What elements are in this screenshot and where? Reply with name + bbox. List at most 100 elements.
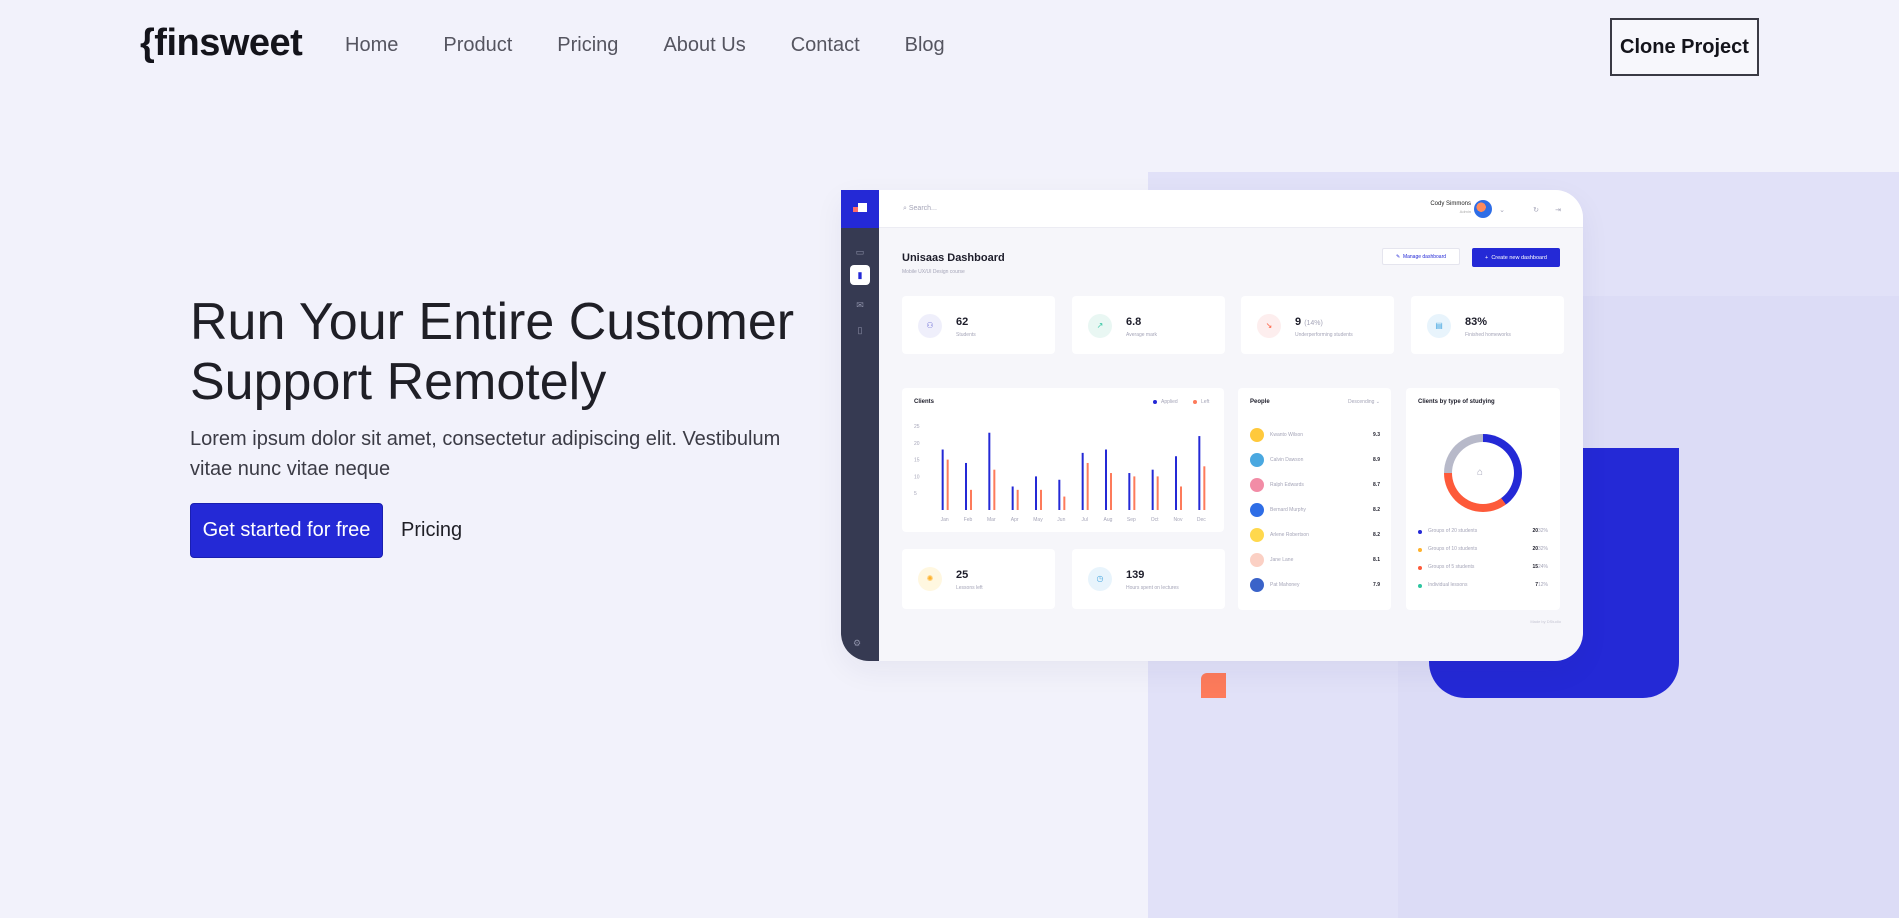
document-icon: ▯ xyxy=(857,325,863,335)
list-item: Calvin Dawson 8.9 xyxy=(1250,453,1380,469)
list-item: Pat Mahoney 7.9 xyxy=(1250,578,1380,594)
list-item: Jane Lane 8.1 xyxy=(1250,553,1380,569)
x-tick-label: Jun xyxy=(1057,517,1065,523)
x-tick-label: Jan xyxy=(941,517,949,523)
clients-chart-card: Clients Applied Left 25 20 15 10 5 Jan Feb Mar A… xyxy=(902,388,1224,532)
x-tick-label: Oct xyxy=(1151,517,1159,523)
dashboard-search: ⌕ Search... xyxy=(903,205,937,212)
type-of-studying-card: Clients by type of studying ⌂ Groups of … xyxy=(1406,388,1560,610)
bar-applied-oct xyxy=(1151,469,1154,510)
logo[interactable]: {finsweet xyxy=(140,22,303,65)
nav-pricing[interactable]: Pricing xyxy=(557,34,618,57)
chart-icon: ▮ xyxy=(850,265,870,285)
dashboard-preview: ▭ ▮ ✉ ▯ ⚙ ⌕ Search... Cody Simmons Admin … xyxy=(841,190,1583,661)
x-tick-label: Nov xyxy=(1174,517,1183,523)
people-filter: Descending ⌄ xyxy=(1348,399,1380,405)
hero-title: Run Your Entire Customer Support Remotel… xyxy=(190,293,795,411)
bar-left-jul xyxy=(1086,462,1089,510)
gear-icon: ⚙ xyxy=(853,638,862,648)
list-item: Groups of 20 students 20 32% xyxy=(1418,528,1548,538)
stat-card: ✺ 25 Lessons left xyxy=(902,549,1055,609)
graduation-cap-icon: ⌂ xyxy=(1477,467,1484,478)
bar-applied-sep xyxy=(1128,473,1131,510)
y-tick-label: 20 xyxy=(914,441,920,447)
dashboard-subtitle: Mobile UX/UI Design course xyxy=(902,269,965,275)
x-tick-label: Mar xyxy=(987,517,996,523)
bar-applied-apr xyxy=(1011,486,1014,510)
credit-text: Made by DStudio xyxy=(1530,619,1561,624)
chevron-down-icon: ⌄ xyxy=(1499,207,1505,214)
bar-applied-dec xyxy=(1198,436,1201,510)
x-tick-label: Aug xyxy=(1104,517,1113,523)
y-tick-label: 15 xyxy=(914,458,920,464)
y-tick-label: 5 xyxy=(914,491,917,497)
bar-left-mar xyxy=(993,469,996,510)
x-tick-label: Dec xyxy=(1197,517,1206,523)
stat-card: ↘ 9 (14%) Underperforming students xyxy=(1241,296,1394,354)
bar-left-oct xyxy=(1156,476,1159,510)
list-item: Arlene Robertson 8.2 xyxy=(1250,528,1380,544)
avatar xyxy=(1474,200,1492,218)
bar-applied-jan xyxy=(941,449,944,510)
trend-down-icon: ↘ xyxy=(1257,314,1281,338)
dashboard-user: Cody Simmons Admin xyxy=(1430,201,1471,214)
people-card: People Descending ⌄ Kwanto Wilson 9.3 Cal… xyxy=(1238,388,1391,610)
bar-applied-feb xyxy=(965,462,967,510)
mail-icon: ✉ xyxy=(856,300,864,310)
list-item: Kwanto Wilson 9.3 xyxy=(1250,428,1380,444)
dashboard-sidebar: ▭ ▮ ✉ ▯ ⚙ xyxy=(841,190,879,661)
bulb-icon: ✺ xyxy=(918,567,942,591)
bar-applied-jun xyxy=(1058,479,1061,510)
get-started-button[interactable]: Get started for free xyxy=(190,503,383,558)
bar-left-aug xyxy=(1110,473,1112,510)
dashboard-logo xyxy=(841,190,879,228)
bar-left-jun xyxy=(1063,496,1066,510)
bar-applied-mar xyxy=(988,432,991,510)
x-tick-label: May xyxy=(1033,517,1043,523)
clients-bar-chart: 25 20 15 10 5 Jan Feb Mar Apr May Jun Jul Aug Sep Oct N… xyxy=(914,424,1206,523)
type-card-title: Clients by type of studying xyxy=(1418,399,1495,405)
x-tick-label: Feb xyxy=(964,517,973,523)
dashboard-title: Unisaas Dashboard xyxy=(902,252,1005,264)
bar-left-sep xyxy=(1133,476,1136,510)
list-item: Groups of 5 students 15 24% xyxy=(1418,564,1548,574)
bar-left-jan xyxy=(946,459,949,510)
clock-icon: ◷ xyxy=(1088,567,1112,591)
folder-icon: ▭ xyxy=(855,247,865,257)
bar-applied-nov xyxy=(1175,456,1177,510)
user-icon: ⚇ xyxy=(918,314,942,338)
refresh-icon: ↻ xyxy=(1533,207,1539,214)
nav-contact[interactable]: Contact xyxy=(791,34,860,57)
nav-blog[interactable]: Blog xyxy=(905,34,945,57)
manage-dashboard-button: ✎ Manage dashboard xyxy=(1382,248,1460,265)
y-tick-label: 25 xyxy=(914,424,920,430)
stat-card: ◷ 139 Hours spent on lectures xyxy=(1072,549,1225,609)
people-title: People xyxy=(1250,399,1270,405)
bar-left-feb xyxy=(970,489,972,510)
bar-left-apr xyxy=(1016,489,1019,510)
bar-left-nov xyxy=(1180,486,1182,510)
clipboard-icon: ▤ xyxy=(1427,314,1451,338)
logout-icon: ⇥ xyxy=(1555,207,1561,214)
pricing-link[interactable]: Pricing xyxy=(401,519,462,542)
bar-applied-aug xyxy=(1105,449,1107,510)
stat-card: ↗ 6.8 Average mark xyxy=(1072,296,1225,354)
create-dashboard-button: + Create new dashboard xyxy=(1472,248,1560,267)
list-item: Groups of 10 students 20 32% xyxy=(1418,546,1548,556)
bar-applied-may xyxy=(1035,476,1037,510)
bar-left-dec xyxy=(1203,466,1206,510)
clone-project-button[interactable]: Clone Project xyxy=(1610,18,1759,76)
nav-home[interactable]: Home xyxy=(345,34,398,57)
list-item: Bernard Murphy 8.2 xyxy=(1250,503,1380,519)
list-item: Ralph Edwards 8.7 xyxy=(1250,478,1380,494)
stat-card: ⚇ 62 Students xyxy=(902,296,1055,354)
hero-subtitle: Lorem ipsum dolor sit amet, consectetur … xyxy=(190,428,781,480)
trend-up-icon: ↗ xyxy=(1088,314,1112,338)
x-tick-label: Apr xyxy=(1011,517,1019,523)
x-tick-label: Jul xyxy=(1081,517,1087,523)
stat-card: ▤ 83% Finished homeworks xyxy=(1411,296,1564,354)
y-tick-label: 10 xyxy=(914,474,920,480)
nav-product[interactable]: Product xyxy=(443,34,512,57)
bar-applied-jul xyxy=(1081,452,1084,510)
nav-about-us[interactable]: About Us xyxy=(663,34,745,57)
